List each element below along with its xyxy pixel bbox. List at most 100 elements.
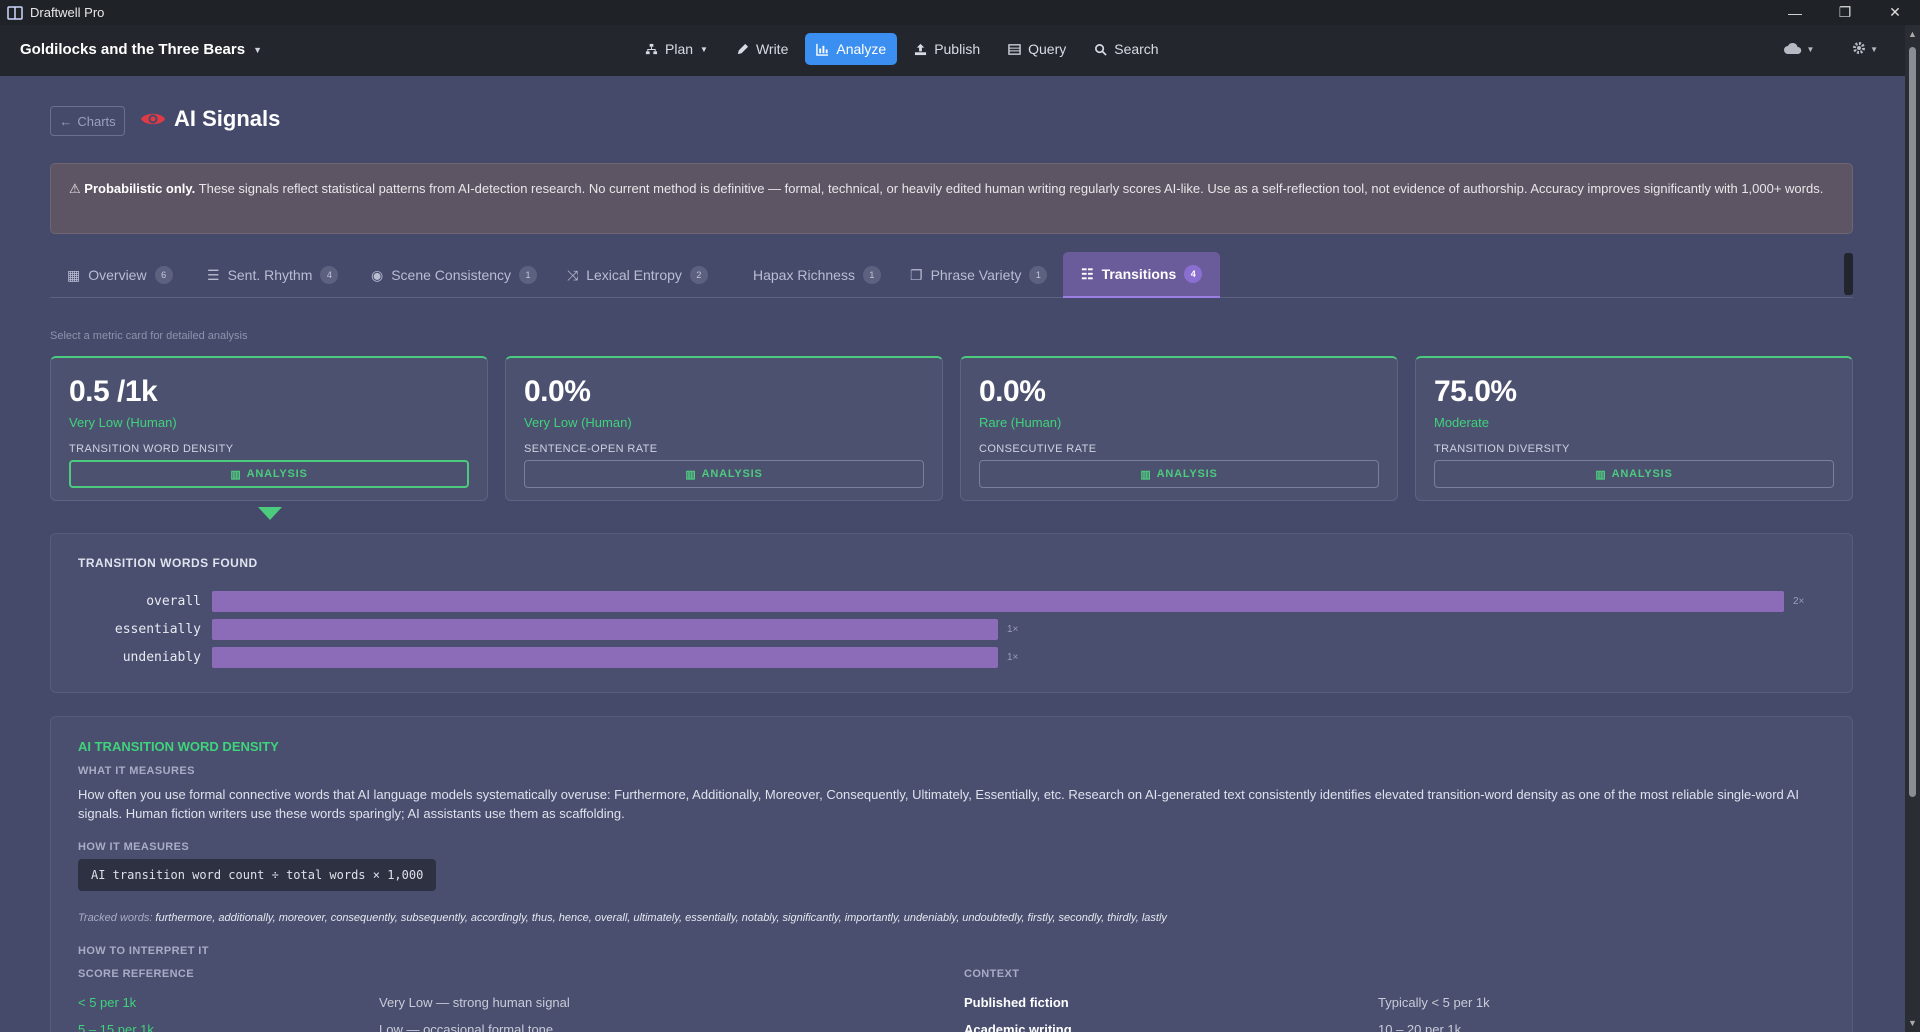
nav-write-button[interactable]: Write bbox=[725, 33, 799, 65]
document-title: Goldilocks and the Three Bears bbox=[20, 41, 246, 58]
restore-button[interactable]: ❐ bbox=[1820, 0, 1870, 25]
list-icon: ☷ bbox=[1081, 265, 1094, 282]
nav-search-label: Search bbox=[1114, 41, 1159, 57]
transition-words-panel: TRANSITION WORDS FOUND overall 2× essentia… bbox=[50, 533, 1853, 693]
bar-category-label: overall bbox=[146, 594, 201, 609]
page-scrollbar[interactable]: ▲ ▼ bbox=[1905, 25, 1920, 1032]
metric-card-consecutive[interactable]: 0.0% Rare (Human) CONSECUTIVE RATE ▥ ANAL… bbox=[960, 356, 1398, 501]
nav-publish-label: Publish bbox=[934, 41, 981, 57]
tab-badge: 4 bbox=[1184, 265, 1203, 283]
align-left-icon: ☰ bbox=[207, 266, 220, 283]
metric-value: 0.5 /1k bbox=[69, 375, 158, 408]
tab-label: Sent. Rhythm bbox=[227, 267, 313, 283]
bar-row: undeniably 1× bbox=[51, 647, 1852, 669]
bar bbox=[212, 619, 998, 640]
metric-value: 0.0% bbox=[979, 375, 1046, 408]
metric-level: Moderate bbox=[1434, 415, 1489, 430]
settings-button[interactable]: ▼ bbox=[1852, 41, 1878, 58]
metric-label: TRANSITION WORD DENSITY bbox=[69, 443, 234, 455]
page-title-text: AI Signals bbox=[174, 106, 281, 131]
window-titlebar: Draftwell Pro — ❐ ✕ bbox=[0, 0, 1920, 25]
caret-down-icon: ▼ bbox=[253, 44, 262, 55]
close-button[interactable]: ✕ bbox=[1870, 0, 1920, 25]
nav-analyze-button[interactable]: Analyze bbox=[805, 33, 898, 65]
bar-chart-icon: ▥ bbox=[1140, 468, 1152, 481]
nav-plan-button[interactable]: Plan ▼ bbox=[634, 33, 719, 65]
metric-card-sentence-open[interactable]: 0.0% Very Low (Human) SENTENCE-OPEN RATE… bbox=[505, 356, 943, 501]
tab-overview[interactable]: ▦ Overview 6 bbox=[67, 252, 173, 298]
panel-title: TRANSITION WORDS FOUND bbox=[78, 556, 258, 570]
analysis-label: ANALYSIS bbox=[1611, 468, 1673, 480]
metric-label: TRANSITION DIVERSITY bbox=[1434, 443, 1570, 455]
bar bbox=[212, 647, 998, 668]
analysis-label: ANALYSIS bbox=[1156, 468, 1218, 480]
analysis-button[interactable]: ▥ ANALYSIS bbox=[1434, 460, 1834, 488]
caret-down-icon: ▼ bbox=[700, 44, 708, 54]
tracked-label: Tracked words: bbox=[78, 912, 153, 924]
scroll-up-icon[interactable]: ▲ bbox=[1908, 29, 1917, 39]
context-value: 10 – 20 per 1k bbox=[1378, 1022, 1462, 1032]
tab-lexical-entropy[interactable]: ⤨ Lexical Entropy 2 bbox=[567, 252, 708, 298]
context-name: Published fiction bbox=[964, 995, 1069, 1010]
metric-card-density[interactable]: 0.5 /1k Very Low (Human) TRANSITION WORD… bbox=[50, 356, 488, 501]
table-icon bbox=[1008, 43, 1021, 55]
bar-chart-icon: ▥ bbox=[1595, 468, 1607, 481]
caret-down-icon: ▼ bbox=[1806, 45, 1815, 54]
scrollbar-thumb[interactable] bbox=[1909, 47, 1916, 797]
sitemap-icon bbox=[645, 43, 658, 54]
analysis-button[interactable]: ▥ ANALYSIS bbox=[524, 460, 924, 488]
tabs-scrollbar[interactable] bbox=[1844, 253, 1853, 295]
what-text: How often you use formal connective word… bbox=[78, 787, 1799, 821]
bar-count-label: 2× bbox=[1793, 596, 1805, 607]
caret-down-icon: ▼ bbox=[1870, 45, 1878, 54]
detail-title: AI TRANSITION WORD DENSITY bbox=[78, 739, 279, 754]
pencil-icon bbox=[737, 43, 749, 54]
nav-search-button[interactable]: Search bbox=[1083, 33, 1169, 65]
tab-scene-consistency[interactable]: ◉ Scene Consistency 1 bbox=[371, 252, 538, 298]
metric-value: 75.0% bbox=[1434, 375, 1517, 408]
top-navbar: Goldilocks and the Three Bears ▼ Plan ▼ … bbox=[0, 25, 1920, 76]
bar bbox=[212, 591, 1784, 612]
metric-card-diversity[interactable]: 75.0% Moderate TRANSITION DIVERSITY ▥ ANA… bbox=[1415, 356, 1853, 501]
how-heading: HOW IT MEASURES bbox=[78, 841, 190, 853]
tab-sent-rhythm[interactable]: ☰ Sent. Rhythm 4 bbox=[207, 252, 339, 298]
warning-bold: Probabilistic only. bbox=[84, 181, 196, 196]
search-icon bbox=[1095, 43, 1107, 56]
nav-publish-button[interactable]: Publish bbox=[903, 33, 991, 65]
probabilistic-warning: ⚠ Probabilistic only. These signals refl… bbox=[50, 163, 1853, 234]
bar-row: overall 2× bbox=[51, 591, 1852, 613]
bar-count-label: 1× bbox=[1007, 652, 1019, 663]
back-to-charts-button[interactable]: ← Charts bbox=[50, 106, 125, 136]
tab-label: Phrase Variety bbox=[930, 267, 1022, 283]
scroll-down-icon[interactable]: ▼ bbox=[1908, 1018, 1917, 1028]
window-title: Draftwell Pro bbox=[30, 5, 105, 20]
shuffle-icon: ⤨ bbox=[567, 266, 579, 283]
tab-badge: 2 bbox=[689, 266, 708, 284]
tab-label: Overview bbox=[88, 267, 147, 283]
metric-level: Very Low (Human) bbox=[69, 415, 177, 430]
bar-count-label: 1× bbox=[1007, 624, 1019, 635]
tab-badge: 1 bbox=[862, 266, 881, 284]
analysis-button[interactable]: ▥ ANALYSIS bbox=[979, 460, 1379, 488]
score-desc: Low — occasional formal tone bbox=[379, 1022, 554, 1032]
arrow-left-icon: ← bbox=[59, 113, 73, 129]
select-card-hint: Select a metric card for detailed analys… bbox=[50, 330, 248, 342]
nav-query-button[interactable]: Query bbox=[997, 33, 1077, 65]
tab-transitions[interactable]: ☷ Transitions 4 bbox=[1063, 252, 1221, 298]
warning-icon: ⚠ bbox=[69, 181, 81, 196]
cloud-sync-button[interactable]: ▼ bbox=[1783, 41, 1815, 58]
tab-phrase-variety[interactable]: ❐ Phrase Variety 1 bbox=[910, 252, 1048, 298]
minimize-button[interactable]: — bbox=[1770, 0, 1820, 25]
document-selector[interactable]: Goldilocks and the Three Bears ▼ bbox=[20, 41, 262, 58]
tab-label: Transitions bbox=[1101, 266, 1177, 282]
nav-query-label: Query bbox=[1028, 41, 1067, 57]
context-name: Academic writing bbox=[964, 1022, 1072, 1032]
nav-analyze-label: Analyze bbox=[836, 41, 887, 57]
warning-text: These signals reflect statistical patter… bbox=[195, 181, 1824, 196]
gear-icon bbox=[1853, 42, 1866, 54]
tab-label: Scene Consistency bbox=[391, 267, 512, 283]
tab-hapax-richness[interactable]: Hapax Richness 1 bbox=[753, 252, 881, 298]
bar-chart-icon: ▥ bbox=[230, 468, 242, 481]
tab-badge: 1 bbox=[1029, 266, 1048, 284]
analysis-button[interactable]: ▥ ANALYSIS bbox=[69, 460, 469, 488]
